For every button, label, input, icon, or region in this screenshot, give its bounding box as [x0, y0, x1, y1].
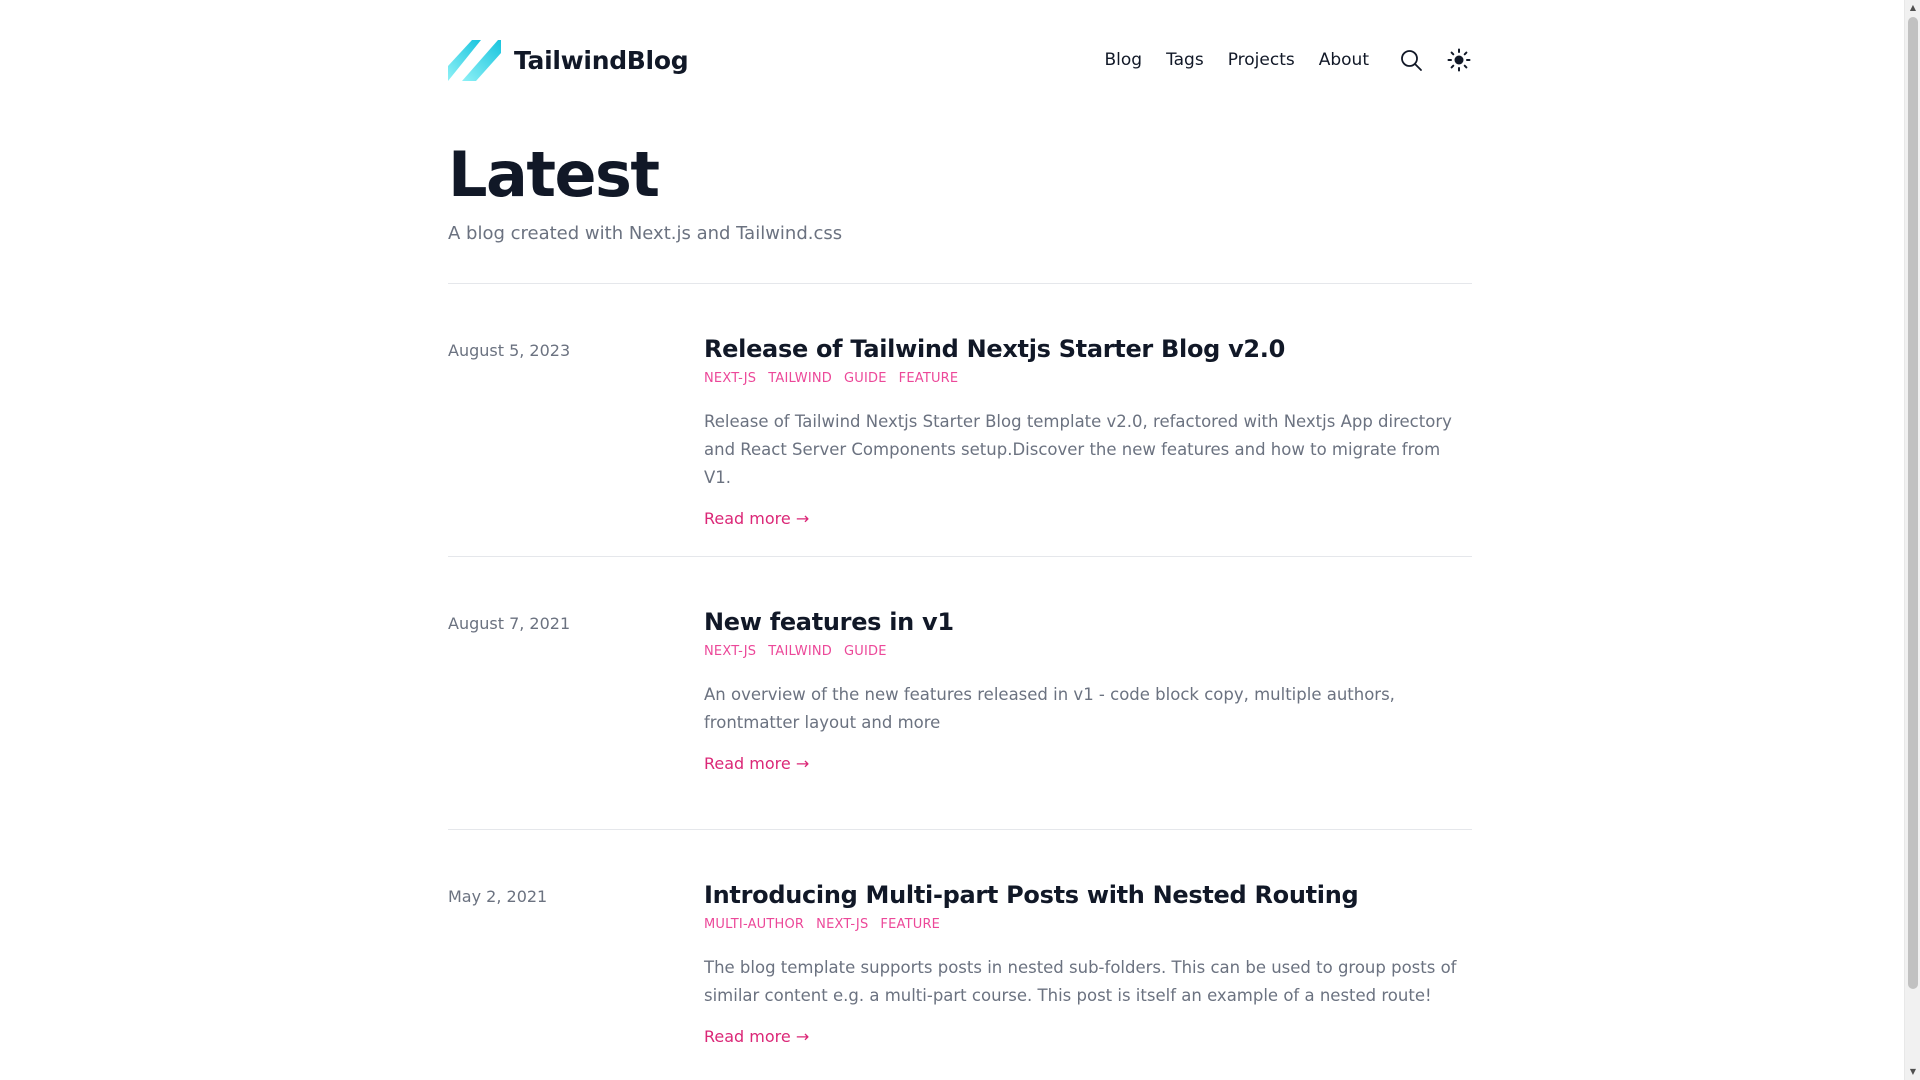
post-summary: An overview of the new features released… [704, 685, 1395, 733]
tag-link[interactable]: NEXT-JS [704, 371, 756, 386]
logo-link[interactable]: TailwindBlog [448, 40, 689, 81]
logo-text: TailwindBlog [514, 46, 689, 75]
post-item: May 2, 2021 Introducing Multi-part Posts… [448, 830, 1472, 1080]
post-body: Release of Tailwind Nextjs Starter Blog … [704, 334, 1472, 528]
read-more-link[interactable]: Read more → [704, 1027, 809, 1046]
nav-link-projects[interactable]: Projects [1228, 50, 1295, 70]
tag-link[interactable]: GUIDE [844, 371, 887, 386]
read-more-link[interactable]: Read more → [704, 754, 809, 773]
scrollbar-thumb[interactable] [1908, 17, 1918, 989]
post-tags: NEXT-JS TAILWIND GUIDE [704, 644, 1472, 659]
tag-link[interactable]: TAILWIND [768, 644, 832, 659]
tag-link[interactable]: GUIDE [844, 644, 887, 659]
tag-link[interactable]: NEXT-JS [816, 917, 868, 932]
search-icon [1401, 50, 1422, 71]
page-title: Latest [448, 138, 660, 211]
hero-section: Latest A blog created with Next.js and T… [448, 124, 1472, 284]
scroll-up-arrow-icon[interactable]: ▲ [1905, 0, 1920, 16]
post-body: Introducing Multi-part Posts with Nested… [704, 880, 1472, 1046]
nav-link-blog[interactable]: Blog [1104, 50, 1142, 70]
tag-link[interactable]: MULTI-AUTHOR [704, 917, 804, 932]
tag-link[interactable]: FEATURE [880, 917, 940, 932]
nav-link-tags[interactable]: Tags [1166, 50, 1204, 70]
post-body: New features in v1 NEXT-JS TAILWIND GUID… [704, 607, 1472, 773]
post-title-link[interactable]: New features in v1 [704, 607, 1472, 638]
tag-link[interactable]: NEXT-JS [704, 644, 756, 659]
post-tags: MULTI-AUTHOR NEXT-JS FEATURE [704, 917, 1472, 932]
page-subtitle: A blog created with Next.js and Tailwind… [448, 223, 843, 245]
page-scrollbar[interactable]: ▲ ▼ [1904, 0, 1920, 1080]
theme-toggle-button[interactable] [1446, 47, 1472, 73]
post-item: August 7, 2021 New features in v1 NEXT-J… [448, 557, 1472, 830]
post-item: August 5, 2023 Release of Tailwind Nextj… [448, 284, 1472, 557]
scroll-down-arrow-icon[interactable]: ▼ [1905, 1064, 1920, 1080]
post-date: August 5, 2023 [448, 341, 571, 360]
post-title-link[interactable]: Introducing Multi-part Posts with Nested… [704, 880, 1472, 911]
post-date: May 2, 2021 [448, 887, 548, 906]
page: TailwindBlog Blog Tags Projects About La… [0, 0, 1920, 1080]
tag-link[interactable]: FEATURE [899, 371, 959, 386]
sun-icon [1447, 48, 1471, 72]
post-list: August 5, 2023 Release of Tailwind Nextj… [448, 284, 1472, 1080]
tag-link[interactable]: TAILWIND [768, 371, 832, 386]
search-button[interactable] [1398, 47, 1424, 73]
post-tags: NEXT-JS TAILWIND GUIDE FEATURE [704, 371, 1472, 386]
tailwind-logo-icon [448, 40, 501, 81]
main-container: TailwindBlog Blog Tags Projects About La… [448, 0, 1472, 1080]
site-header: TailwindBlog Blog Tags Projects About [448, 0, 1472, 124]
post-summary: The blog template supports posts in nest… [704, 958, 1457, 1006]
nav-link-about[interactable]: About [1319, 50, 1369, 70]
read-more-link[interactable]: Read more → [704, 509, 809, 528]
post-date: August 7, 2021 [448, 614, 571, 633]
main-nav: Blog Tags Projects About [1104, 47, 1472, 73]
post-title-link[interactable]: Release of Tailwind Nextjs Starter Blog … [704, 334, 1472, 365]
post-summary: Release of Tailwind Nextjs Starter Blog … [704, 412, 1452, 488]
